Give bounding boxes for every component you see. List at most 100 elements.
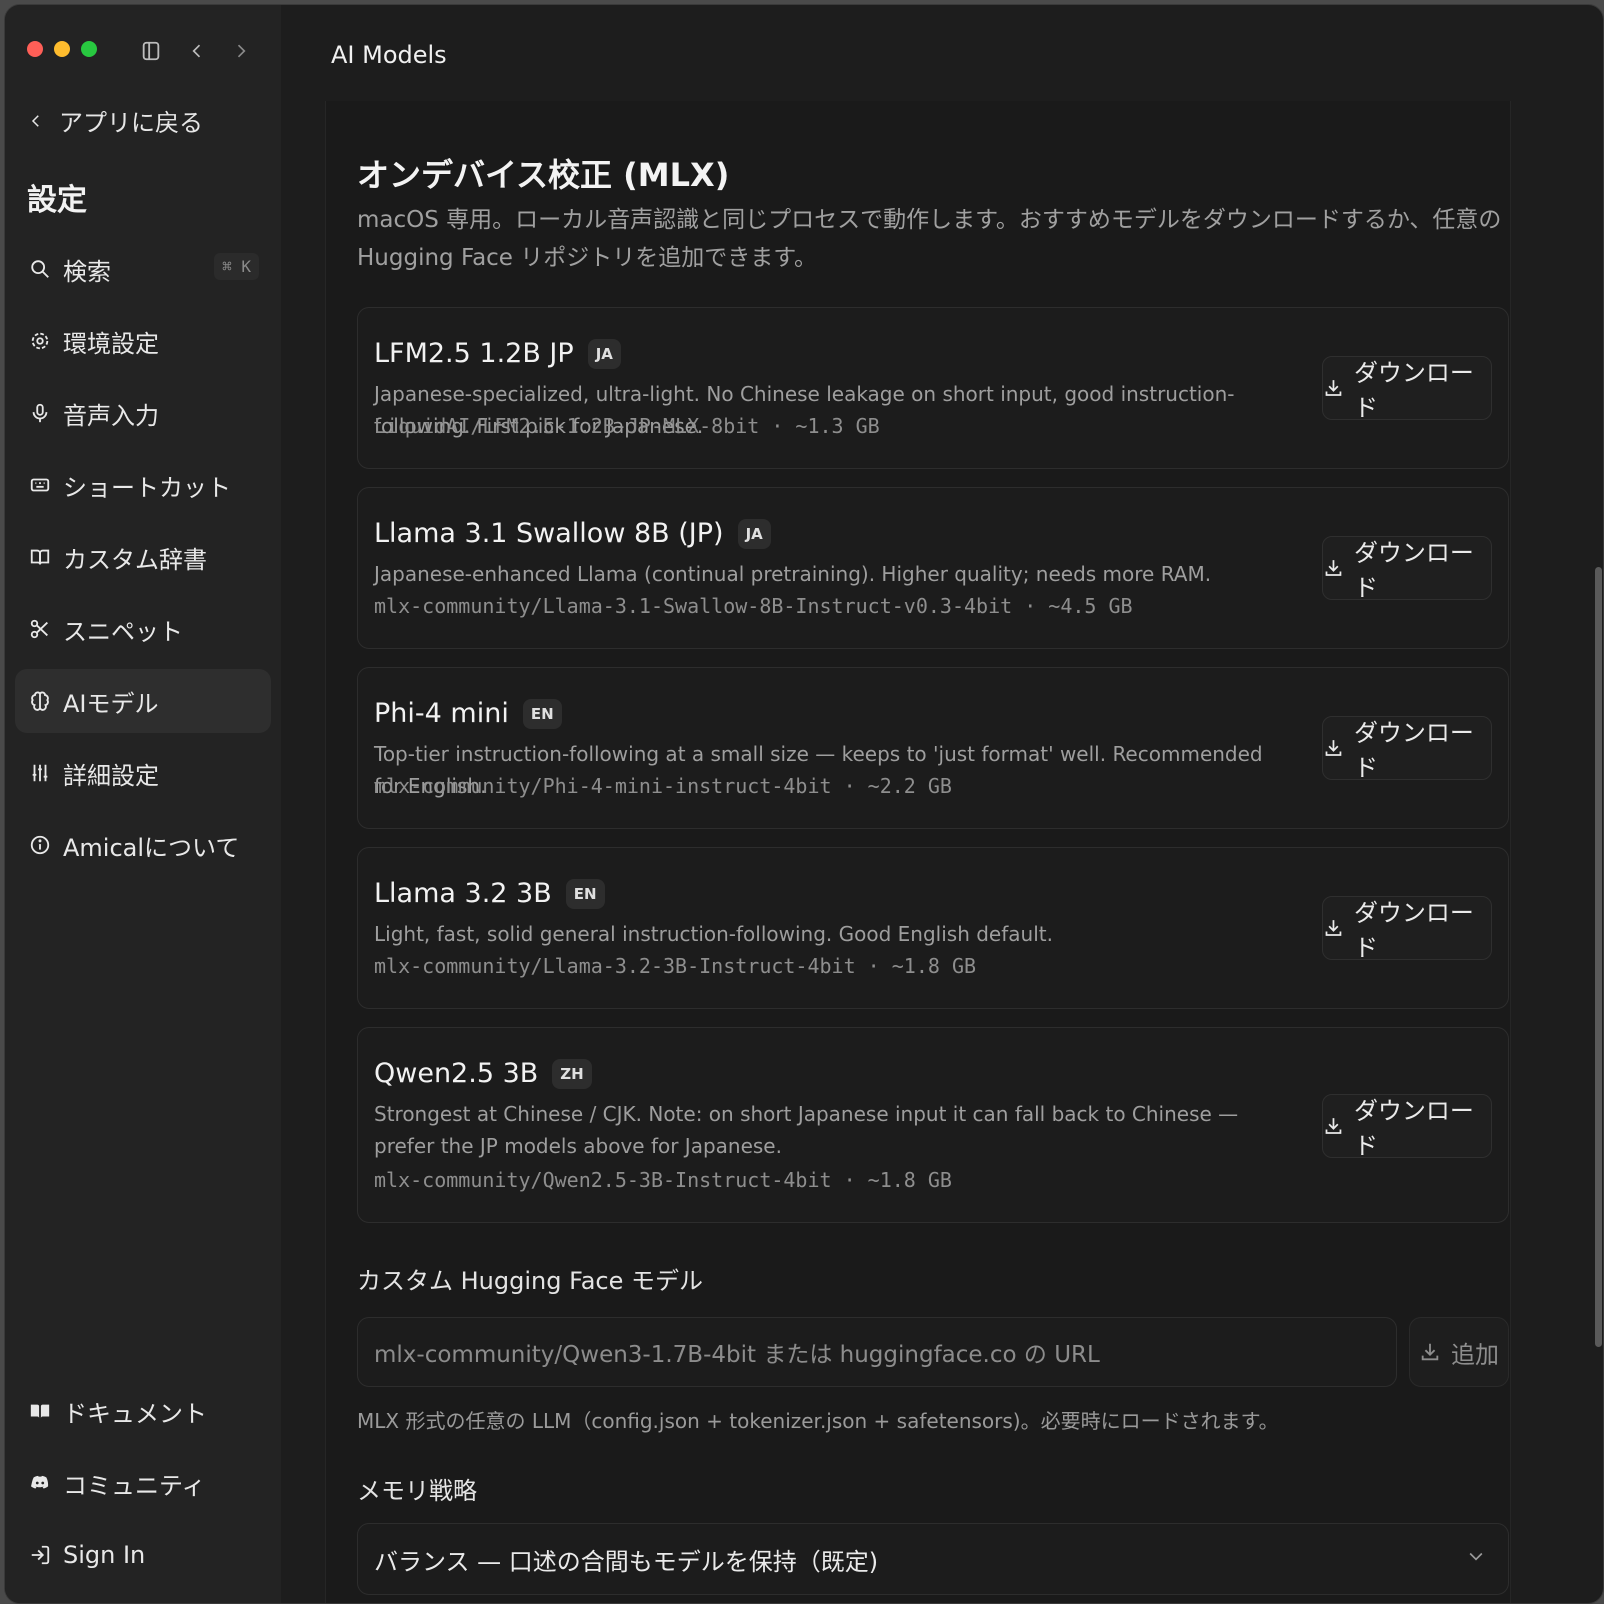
- microphone-icon: [32, 403, 48, 423]
- page-title: AI Models: [331, 41, 447, 69]
- model-card: Qwen2.5 3B ZH Strongest at Chinese / CJK…: [357, 1027, 1509, 1223]
- search-shortcut-badge: ⌘ K: [214, 253, 259, 280]
- model-name-row: Qwen2.5 3B ZH: [374, 1058, 592, 1089]
- scrollbar-thumb[interactable]: [1595, 567, 1602, 1347]
- app-window: アプリに戻る 設定 検索 ⌘ K 環境設定 音声入力 ショートカット カスタム辞…: [4, 4, 1604, 1604]
- language-badge: EN: [565, 878, 605, 909]
- sidebar-item-label: 音声入力: [63, 401, 159, 430]
- sliders-icon: [32, 764, 48, 782]
- model-name: Llama 3.2 3B: [374, 878, 552, 909]
- model-description: Japanese-enhanced Llama (continual pretr…: [374, 562, 1212, 586]
- back-to-app-link[interactable]: アプリに戻る: [27, 103, 203, 138]
- sidebar-item-label: 詳細設定: [63, 761, 159, 790]
- download-label: ダウンロード: [1353, 719, 1474, 782]
- sidebar-item-ai-models[interactable]: AIモデル: [15, 669, 271, 733]
- sidebar-item-label: ドキュメント: [63, 1399, 207, 1428]
- download-button[interactable]: ダウンロード: [1322, 896, 1492, 962]
- scrollbar[interactable]: [1593, 101, 1603, 1603]
- sidebar-item-label: ショートカット: [63, 473, 231, 502]
- back-to-app-label: アプリに戻る: [59, 109, 203, 137]
- language-badge: JA: [737, 518, 771, 549]
- model-name-row: Llama 3.1 Swallow 8B (JP) JA: [374, 518, 771, 549]
- model-repo-size: mlx-community/Qwen2.5-3B-Instruct-4bit ·…: [374, 1168, 952, 1192]
- window-controls: [27, 41, 97, 57]
- model-repo-size: mlx-community/Llama-3.2-3B-Instruct-4bit…: [374, 954, 977, 978]
- minimize-window-button[interactable]: [54, 41, 70, 57]
- sidebar-item-sign-in[interactable]: Sign In: [15, 1523, 271, 1587]
- sidebar-item-label: AIモデル: [63, 689, 159, 718]
- scissors-icon: [30, 619, 48, 639]
- sidebar-item-documents[interactable]: ドキュメント: [15, 1379, 271, 1443]
- model-card: Llama 3.1 Swallow 8B (JP) JA Japanese-en…: [357, 487, 1509, 649]
- language-badge: EN: [522, 698, 562, 729]
- memory-strategy-select[interactable]: バランス — 口述の合間もモデルを保持（既定): [357, 1523, 1509, 1595]
- memory-strategy-label: メモリ戦略: [357, 1477, 477, 1505]
- zoom-window-button[interactable]: [81, 41, 97, 57]
- sidebar-toggle-icon[interactable]: [139, 39, 163, 63]
- keyboard-icon: [30, 478, 50, 492]
- sidebar: アプリに戻る 設定 検索 ⌘ K 環境設定 音声入力 ショートカット カスタム辞…: [5, 5, 281, 1603]
- book-open-icon: [30, 1404, 50, 1419]
- model-repo-size: LiquidAI/LFM2.5-1.2B-JP-MLX-8bit · ~1.3 …: [374, 414, 880, 438]
- download-button[interactable]: ダウンロード: [1322, 716, 1492, 782]
- download-button[interactable]: ダウンロード: [1322, 356, 1492, 422]
- model-name-row: Phi-4 mini EN: [374, 698, 562, 729]
- model-name-row: LFM2.5 1.2B JP JA: [374, 338, 621, 369]
- section-description: macOS 専用。ローカル音声認識と同じプロセスで動作します。おすすめモデルをダ…: [357, 207, 1502, 271]
- model-name: LFM2.5 1.2B JP: [374, 338, 574, 369]
- book-icon: [30, 549, 50, 565]
- sidebar-item-community[interactable]: コミュニティ: [15, 1451, 271, 1515]
- model-name: Qwen2.5 3B: [374, 1058, 539, 1089]
- chevron-down-icon: [1469, 1552, 1483, 1561]
- sidebar-item-custom-dictionary[interactable]: カスタム辞書: [15, 525, 271, 589]
- section-title: オンデバイス校正 (MLX): [357, 156, 730, 194]
- add-label: 追加: [1451, 1340, 1499, 1369]
- memory-strategy-value: バランス — 口述の合間もモデルを保持（既定): [374, 1547, 879, 1576]
- model-name-row: Llama 3.2 3B EN: [374, 878, 605, 909]
- model-repo-size: mlx-community/Phi-4-mini-instruct-4bit ·…: [374, 774, 952, 798]
- language-badge: ZH: [552, 1058, 592, 1089]
- discord-icon: [31, 1475, 49, 1489]
- download-icon: [1325, 920, 1342, 936]
- download-icon: [1421, 1343, 1439, 1361]
- download-label: ダウンロード: [1353, 359, 1474, 422]
- info-icon: [30, 835, 50, 855]
- custom-model-input[interactable]: mlx-community/Qwen3-1.7B-4bit または huggin…: [357, 1317, 1397, 1387]
- model-name: Llama 3.1 Swallow 8B (JP): [374, 518, 724, 549]
- sidebar-nav: 検索 ⌘ K 環境設定 音声入力 ショートカット カスタム辞書 スニペット AI…: [15, 237, 271, 885]
- download-label: ダウンロード: [1353, 539, 1474, 602]
- sidebar-item-advanced[interactable]: 詳細設定: [15, 741, 271, 805]
- close-window-button[interactable]: [27, 41, 43, 57]
- sidebar-item-snippets[interactable]: スニペット: [15, 597, 271, 661]
- model-description: Light, fast, solid general instruction-f…: [374, 922, 1053, 946]
- download-button[interactable]: ダウンロード: [1322, 536, 1492, 602]
- download-icon: [1325, 1118, 1342, 1134]
- download-label: ダウンロード: [1353, 899, 1474, 962]
- sidebar-item-label: カスタム辞書: [63, 545, 207, 574]
- sidebar-item-label: スニペット: [63, 617, 183, 646]
- forward-chevron-icon[interactable]: [229, 39, 253, 63]
- sidebar-item-label: コミュニティ: [63, 1471, 206, 1500]
- language-badge: JA: [587, 338, 621, 369]
- model-repo-size: mlx-community/Llama-3.1-Swallow-8B-Instr…: [374, 594, 1133, 618]
- model-card: Llama 3.2 3B EN Light, fast, solid gener…: [357, 847, 1509, 1009]
- sidebar-item-label: 検索: [63, 257, 111, 286]
- sidebar-item-label: Amicalについて: [63, 833, 240, 862]
- add-custom-model-button[interactable]: 追加: [1409, 1317, 1509, 1387]
- back-chevron-icon[interactable]: [185, 39, 209, 63]
- download-icon: [1325, 380, 1342, 396]
- sidebar-item-voice-input[interactable]: 音声入力: [15, 381, 271, 445]
- sidebar-item-shortcuts[interactable]: ショートカット: [15, 453, 271, 517]
- sidebar-bottom-nav: ドキュメント コミュニティ Sign In: [15, 1379, 271, 1595]
- sidebar-item-about[interactable]: Amicalについて: [15, 813, 271, 877]
- gear-icon: [31, 332, 49, 350]
- custom-model-hint: MLX 形式の任意の LLM（config.json + tokenizer.j…: [357, 1409, 1279, 1433]
- download-button[interactable]: ダウンロード: [1322, 1094, 1492, 1160]
- sidebar-item-label: Sign In: [63, 1541, 146, 1569]
- model-name: Phi-4 mini: [374, 698, 509, 729]
- brain-icon: [31, 691, 49, 711]
- download-icon: [1325, 560, 1342, 576]
- sidebar-item-search[interactable]: 検索 ⌘ K: [15, 237, 271, 301]
- sidebar-item-preferences[interactable]: 環境設定: [15, 309, 271, 373]
- sidebar-item-label: 環境設定: [63, 329, 159, 358]
